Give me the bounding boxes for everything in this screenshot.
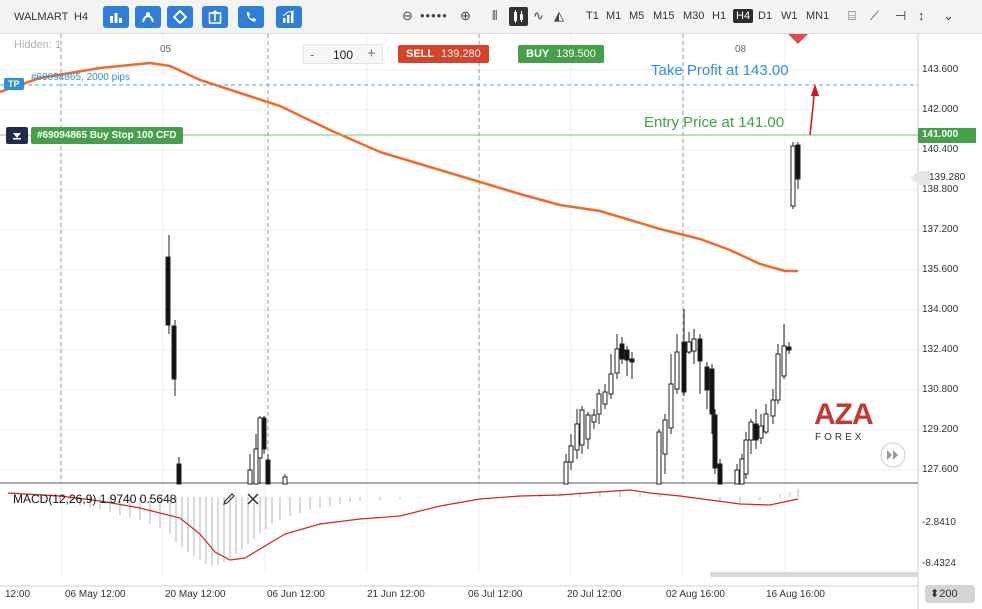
tf-H4[interactable]: H4 — [733, 9, 754, 23]
lot-minus-button[interactable]: - — [310, 47, 314, 62]
tf-H1[interactable]: H1 — [712, 10, 726, 22]
sell-button[interactable]: SELL 139.280 — [398, 45, 489, 63]
alert-button[interactable] — [238, 6, 264, 28]
logo-top-text: AZA — [814, 398, 874, 431]
top-date-08: 08 — [735, 44, 747, 55]
price-label-127600: 127.600 — [922, 464, 959, 475]
export-icon — [208, 10, 222, 24]
macd-indicator-label: MACD(12,26,9) 1.9740 0.5648 — [13, 492, 177, 506]
price-label-140400: 140.400 — [922, 144, 959, 155]
price-label-132400: 132.400 — [922, 344, 959, 355]
moving-average-line — [0, 61, 798, 273]
bar-chart-button[interactable] — [103, 6, 129, 28]
phone-icon — [246, 12, 256, 22]
area-type-icon[interactable]: ◭ — [554, 8, 564, 24]
trendline-icon[interactable]: ⟋ — [870, 8, 879, 24]
tf-D1[interactable]: D1 — [758, 10, 772, 22]
price-chart[interactable] — [0, 34, 982, 609]
buy-price: 139.500 — [556, 48, 596, 60]
buy-label: BUY — [526, 48, 550, 60]
lot-size-stepper[interactable]: - 100 + — [303, 44, 383, 64]
macd-axis-lower: -8.4324 — [922, 558, 956, 569]
macd-axis-upper: -2.8410 — [922, 517, 956, 528]
timeframe-label[interactable]: H4 — [74, 11, 88, 23]
price-label-129200: 129.200 — [922, 424, 959, 435]
candlesticks — [165, 142, 801, 485]
line-type-icon[interactable]: ∿ — [533, 8, 544, 24]
time-label-8: 16 Aug 16:00 — [766, 589, 825, 600]
lot-plus-button[interactable]: + — [367, 45, 376, 62]
current-bar-marker — [788, 34, 808, 44]
price-label-134000: 134.000 — [922, 304, 959, 315]
tf-M1[interactable]: M1 — [606, 10, 621, 22]
time-label-1: 06 May 12:00 — [65, 589, 126, 600]
tp-tag[interactable]: TP — [4, 78, 24, 90]
buy-button[interactable]: BUY 139.500 — [518, 45, 604, 63]
draw-objects-button[interactable] — [167, 6, 193, 28]
indicator-button[interactable] — [135, 6, 161, 28]
horizontal-line-icon[interactable]: ⊣ — [895, 8, 906, 24]
logo-bottom-text: FOREX — [815, 432, 865, 443]
hidden-objects-label[interactable]: Hidden: 1 — [14, 39, 61, 51]
vertical-line-icon[interactable]: ↕ — [918, 8, 925, 23]
pending-order-label[interactable]: #69094865 Buy Stop 100 CFD — [31, 127, 183, 144]
price-label-130800: 130.800 — [922, 384, 959, 395]
target-arrow-head — [811, 84, 819, 96]
lot-value[interactable]: 100 — [333, 48, 353, 62]
zoom-level[interactable]: ⬍200 — [930, 587, 958, 600]
indicator-icon — [142, 12, 154, 23]
order-close-button[interactable] — [6, 127, 28, 144]
chart-toolbar: WALMART H4 ⊖ ••••• ⊕ ⫴ ∿ ◭ T1 M1 M5 M15 … — [0, 0, 982, 34]
current-price-tag: 139.280 — [929, 172, 966, 183]
tf-T1[interactable]: T1 — [586, 10, 599, 22]
bar-chart-icon — [110, 13, 122, 23]
statistics-button[interactable] — [276, 6, 302, 28]
time-label-2: 20 May 12:00 — [165, 589, 226, 600]
price-label-135600: 135.600 — [922, 264, 959, 275]
current-price-tag-bg — [910, 171, 930, 185]
tp-order-label: #69094865, 2000 pips — [31, 72, 130, 83]
candles-icon — [514, 10, 523, 23]
tf-M30[interactable]: M30 — [683, 10, 704, 22]
tf-M15[interactable]: M15 — [653, 10, 674, 22]
sell-price: 139.280 — [440, 48, 481, 60]
price-label-137200: 137.200 — [922, 224, 959, 235]
order-down-icon — [13, 133, 21, 140]
time-label-7: 02 Aug 16:00 — [666, 589, 725, 600]
candles-type-button[interactable] — [509, 7, 528, 26]
zoom-value: 200 — [939, 588, 958, 600]
settings-dropdown-icon[interactable]: ⌄ — [943, 8, 954, 24]
scroll-dots-icon: ••••• — [420, 8, 448, 23]
horizontal-scrollbar[interactable] — [710, 572, 918, 577]
fibonacci-icon[interactable]: ⌸ — [848, 8, 856, 24]
tf-MN1[interactable]: MN1 — [806, 10, 829, 22]
time-label-0: 12:00 — [5, 589, 31, 600]
tf-M5[interactable]: M5 — [629, 10, 644, 22]
top-date-05: 05 — [160, 44, 172, 55]
entry-price-annotation: Entry Price at 141.00 — [644, 114, 785, 131]
time-label-5: 06 Jul 12:00 — [468, 589, 523, 600]
tf-W1[interactable]: W1 — [781, 10, 798, 22]
time-label-3: 06 Jun 12:00 — [267, 589, 325, 600]
aza-forex-logo: AZA FOREX — [814, 398, 884, 448]
remove-indicator-icon[interactable] — [246, 492, 260, 506]
export-button[interactable] — [202, 6, 228, 28]
bar-type-icon[interactable]: ⫴ — [492, 8, 497, 24]
edit-indicator-icon[interactable] — [222, 492, 236, 506]
stats-icon — [282, 10, 295, 23]
time-label-6: 20 Jul 12:00 — [567, 589, 622, 600]
time-label-4: 21 Jun 12:00 — [367, 589, 425, 600]
take-profit-annotation: Take Profit at 143.00 — [651, 62, 789, 79]
zoom-in-icon[interactable]: ⊕ — [460, 8, 471, 24]
zoom-arrow-icon: ⬍ — [930, 588, 940, 600]
diamond-icon — [173, 10, 187, 24]
entry-price-tag: 141.000 — [922, 129, 959, 140]
symbol-name[interactable]: WALMART — [14, 11, 68, 23]
price-label-142000: 142.000 — [922, 104, 959, 115]
sell-label: SELL — [406, 48, 434, 60]
price-label-138800: 138.800 — [922, 184, 959, 195]
price-label-143600: 143.600 — [922, 64, 959, 75]
zoom-out-icon[interactable]: ⊖ — [402, 8, 413, 24]
